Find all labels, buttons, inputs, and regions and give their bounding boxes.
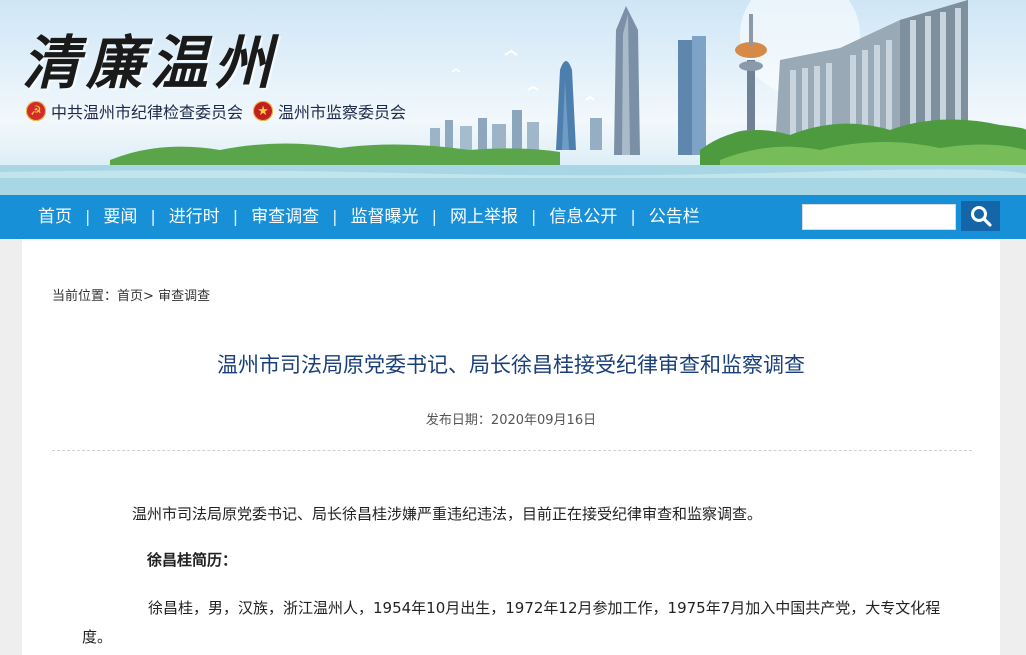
publish-date-value: 2020年09月16日 bbox=[490, 413, 597, 428]
nav-item-bulletin-board[interactable]: 公告栏 bbox=[636, 195, 713, 239]
publish-date: 发布日期：2020年09月16日 bbox=[22, 409, 1000, 428]
breadcrumb: 当前位置：首页> 审查调查 bbox=[52, 285, 210, 304]
nav-item-info-disclosure[interactable]: 信息公开 bbox=[536, 195, 630, 239]
article-title: 温州市司法局原党委书记、局长徐昌桂接受纪律审查和监察调查 bbox=[217, 353, 805, 377]
article-paragraph-intro: 温州市司法局原党委书记、局长徐昌桂涉嫌严重违纪违法，目前正在接受纪律审查和监察调… bbox=[132, 505, 763, 523]
organization-line: ☭ 中共温州市纪律检查委员会 ★ 温州市监察委员会 bbox=[26, 99, 406, 123]
org-supervision-commission[interactable]: ★ 温州市监察委员会 bbox=[253, 99, 406, 123]
party-emblem-icon: ☭ bbox=[26, 101, 46, 121]
national-emblem-icon: ★ bbox=[253, 101, 274, 121]
nav-item-in-progress[interactable]: 进行时 bbox=[156, 195, 233, 239]
org-discipline-commission-label: 中共温州市纪律检查委员会 bbox=[51, 103, 244, 122]
org-discipline-commission[interactable]: ☭ 中共温州市纪律检查委员会 bbox=[26, 99, 243, 123]
article-paragraph-bio: 徐昌桂，男，汉族，浙江温州人，1954年10月出生，1972年12月参加工作，1… bbox=[82, 599, 941, 646]
breadcrumb-current-link[interactable]: 审查调查 bbox=[158, 289, 210, 304]
search-icon bbox=[970, 206, 992, 227]
site-banner: 清廉温州 ☭ 中共温州市纪律检查委员会 ★ 温州市监察委员会 bbox=[0, 0, 1026, 195]
breadcrumb-home-link[interactable]: 首页 bbox=[117, 289, 143, 304]
org-supervision-commission-label: 温州市监察委员会 bbox=[278, 103, 407, 122]
nav-item-supervision-exposure[interactable]: 监督曝光 bbox=[338, 195, 432, 239]
nav-menu: 首页 | 要闻 | 进行时 | 审查调查 | 监督曝光 | 网上举报 | 信息公… bbox=[25, 195, 713, 239]
breadcrumb-separator: > bbox=[143, 289, 154, 304]
publish-date-label: 发布日期： bbox=[425, 413, 491, 428]
nav-item-news[interactable]: 要闻 bbox=[90, 195, 150, 239]
title-divider bbox=[52, 450, 972, 451]
nav-item-online-report[interactable]: 网上举报 bbox=[437, 195, 531, 239]
search-button[interactable] bbox=[961, 201, 1000, 231]
article-container: 当前位置：首页> 审查调查 温州市司法局原党委书记、局长徐昌桂接受纪律审查和监察… bbox=[22, 239, 1000, 655]
nav-item-home[interactable]: 首页 bbox=[25, 195, 85, 239]
site-logo-text: 清廉温州 bbox=[22, 29, 279, 97]
search-input[interactable] bbox=[802, 204, 956, 230]
article-bio-heading: 徐昌桂简历： bbox=[147, 551, 238, 569]
nav-item-review-investigation[interactable]: 审查调查 bbox=[238, 195, 332, 239]
breadcrumb-prefix: 当前位置： bbox=[52, 289, 118, 304]
